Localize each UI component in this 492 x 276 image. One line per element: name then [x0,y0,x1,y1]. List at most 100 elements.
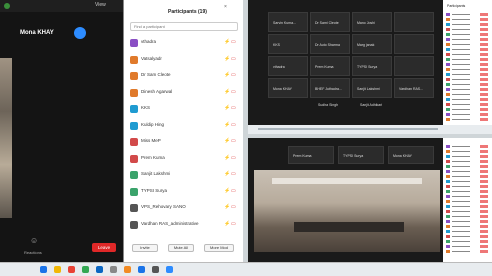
leave-button[interactable]: Leave [92,243,116,252]
video-tile[interactable]: Dr Sami Cleote [310,12,350,32]
video-off-icon[interactable]: ▭ [231,221,239,227]
taskbar-app-icon[interactable] [166,266,173,273]
close-icon[interactable]: × [224,4,227,10]
participant-row[interactable]: TYPSI Surya ⚡ ▭ [130,187,240,199]
muted-mic-icon[interactable] [480,235,488,238]
video-off-icon[interactable]: ▭ [231,39,239,45]
participant-row[interactable]: Dr Sam Cleote ⚡ ▭ [130,71,240,83]
muted-mic-icon[interactable] [480,18,488,21]
muted-mic-icon[interactable] [480,73,488,76]
muted-mic-icon[interactable] [480,200,488,203]
participant-row[interactable]: Vardhan RAS_administrative ⚡ ▭ [130,220,240,232]
video-off-icon[interactable]: ▭ [231,188,239,194]
side-participant-row[interactable] [446,249,489,254]
video-tile[interactable]: BHEF Juthadra... [310,78,350,98]
muted-mic-icon[interactable] [480,63,488,66]
video-tile[interactable] [394,34,434,54]
video-tile[interactable]: Mona KHAY [268,78,308,98]
muted-mic-icon[interactable]: ⚡ [224,122,230,128]
muted-mic-icon[interactable] [480,190,488,193]
muted-mic-icon[interactable]: ⚡ [224,188,230,194]
taskbar-app-icon[interactable] [40,266,47,273]
muted-mic-icon[interactable] [480,220,488,223]
participant-row[interactable]: KKS ⚡ ▭ [130,104,240,116]
video-tile[interactable]: KKS [268,34,308,54]
muted-mic-icon[interactable]: ⚡ [224,39,230,45]
muted-mic-icon[interactable]: ⚡ [224,56,230,62]
video-tile[interactable]: Sarvin Kuma... [268,12,308,32]
muted-mic-icon[interactable] [480,53,488,56]
taskbar-app-icon[interactable] [138,266,145,273]
video-off-icon[interactable]: ▭ [231,56,239,62]
muted-mic-icon[interactable] [480,58,488,61]
participant-row[interactable]: vthadra ⚡ ▭ [130,38,240,50]
video-off-icon[interactable]: ▭ [231,105,239,111]
video-tile[interactable] [394,56,434,76]
video-tile[interactable]: Prem Kuma [288,146,334,164]
muted-mic-icon[interactable] [480,93,488,96]
muted-mic-icon[interactable] [480,175,488,178]
muted-mic-icon[interactable]: ⚡ [224,89,230,95]
video-off-icon[interactable]: ▭ [231,72,239,78]
muted-mic-icon[interactable]: ⚡ [224,204,230,210]
muted-mic-icon[interactable]: ⚡ [224,155,230,161]
video-tile[interactable]: Prem Kuma [310,56,350,76]
video-off-icon[interactable]: ▭ [231,138,239,144]
video-off-icon[interactable]: ▭ [231,122,239,128]
participant-row[interactable]: Miss MeP ⚡ ▭ [130,137,240,149]
muted-mic-icon[interactable]: ⚡ [224,72,230,78]
participant-row[interactable]: Sanjit Lakshmi ⚡ ▭ [130,170,240,182]
video-tile[interactable]: Marg janak [352,34,392,54]
more-button[interactable]: More Mod [204,244,234,252]
muted-mic-icon[interactable] [480,195,488,198]
muted-mic-icon[interactable] [480,210,488,213]
muted-mic-icon[interactable] [480,88,488,91]
video-tile[interactable]: TYPSI Surya [352,56,392,76]
muted-mic-icon[interactable] [480,170,488,173]
muted-mic-icon[interactable] [480,38,488,41]
taskbar-app-icon[interactable] [152,266,159,273]
invite-button[interactable]: Invite [132,244,158,252]
muted-mic-icon[interactable]: ⚡ [224,171,230,177]
muted-mic-icon[interactable] [480,165,488,168]
muted-mic-icon[interactable] [480,240,488,243]
muted-mic-icon[interactable] [480,160,488,163]
muted-mic-icon[interactable] [480,43,488,46]
muted-mic-icon[interactable] [480,108,488,111]
view-button[interactable]: View [95,2,106,8]
muted-mic-icon[interactable] [480,155,488,158]
video-tile[interactable]: Mona KHAY [388,146,434,164]
video-tile[interactable]: Dr Auto Sharma [310,34,350,54]
taskbar-app-icon[interactable] [68,266,75,273]
muted-mic-icon[interactable] [480,215,488,218]
participant-row[interactable]: Prem Kuma ⚡ ▭ [130,154,240,166]
muted-mic-icon[interactable] [480,230,488,233]
video-tile[interactable]: Mano Joshi [352,12,392,32]
muted-mic-icon[interactable] [480,118,488,121]
video-off-icon[interactable]: ▭ [231,171,239,177]
muted-mic-icon[interactable] [480,33,488,36]
mute-all-button[interactable]: Mute All [168,244,194,252]
muted-mic-icon[interactable] [480,48,488,51]
video-tile[interactable]: TYPSI Surya [338,146,384,164]
muted-mic-icon[interactable] [480,83,488,86]
muted-mic-icon[interactable] [480,150,488,153]
muted-mic-icon[interactable] [480,225,488,228]
participant-search-input[interactable] [130,22,238,31]
muted-mic-icon[interactable] [480,145,488,148]
muted-mic-icon[interactable] [480,113,488,116]
muted-mic-icon[interactable] [480,13,488,16]
participant-row[interactable]: VPS_Rehovary SANO ⚡ ▭ [130,203,240,215]
video-off-icon[interactable]: ▭ [231,89,239,95]
muted-mic-icon[interactable]: ⚡ [224,138,230,144]
video-tile[interactable]: Vardhan RAS... [394,78,434,98]
video-tile[interactable] [394,12,434,32]
muted-mic-icon[interactable]: ⚡ [224,105,230,111]
taskbar-app-icon[interactable] [124,266,131,273]
participant-row[interactable]: Kuldip Hing ⚡ ▭ [130,121,240,133]
video-tile[interactable]: Sanjit Lakshmi [352,78,392,98]
video-off-icon[interactable]: ▭ [231,204,239,210]
muted-mic-icon[interactable] [480,23,488,26]
muted-mic-icon[interactable] [480,205,488,208]
muted-mic-icon[interactable] [480,185,488,188]
